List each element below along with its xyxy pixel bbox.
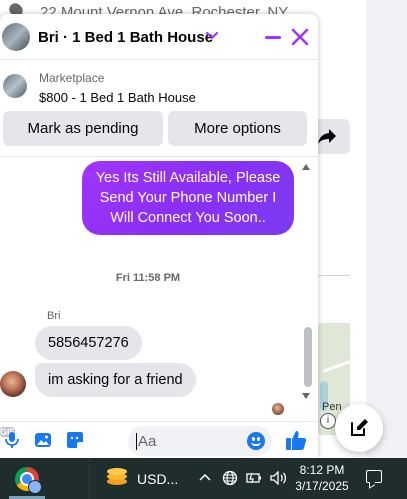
clock-date: 3/17/2025	[295, 479, 349, 493]
speaker-icon[interactable]	[270, 471, 288, 485]
photo-icon[interactable]	[34, 431, 52, 449]
windows-taskbar: USD... 8:12 PM 3/17/2025	[0, 458, 407, 499]
page-right-gutter	[366, 0, 407, 458]
listing-summary[interactable]: Marketplace $800 - 1 Bed 1 Bath House	[0, 60, 318, 118]
chat-header[interactable]: Bri · 1 Bed 1 Bath House	[0, 14, 318, 60]
listing-source: Marketplace	[39, 71, 105, 85]
message-composer: GIF	[0, 421, 318, 458]
sticker-icon[interactable]	[66, 431, 84, 449]
clock-time: 8:12 PM	[299, 463, 345, 477]
minimize-icon[interactable]	[263, 28, 283, 46]
thumbs-up-icon[interactable]	[285, 429, 307, 451]
listing-avatar[interactable]	[2, 23, 30, 51]
chrome-profile-badge-icon	[28, 480, 42, 494]
scroll-down-arrow[interactable]	[302, 393, 310, 399]
battery-plug-icon[interactable]	[246, 471, 264, 485]
sender-name: Bri	[47, 310, 61, 322]
new-message-button[interactable]	[335, 404, 383, 452]
incoming-message[interactable]: im asking for a friend	[35, 363, 196, 397]
message-line: Yes Its Still Available, Please	[95, 170, 281, 186]
microphone-icon[interactable]	[3, 431, 21, 449]
listing-title: $800 - 1 Bed 1 Bath House	[39, 90, 196, 105]
chat-title[interactable]: Bri · 1 Bed 1 Bath House	[38, 29, 213, 46]
incoming-message[interactable]: 5856457276	[35, 326, 142, 360]
sender-avatar[interactable]	[0, 371, 26, 397]
message-line: Will Connect You Soon..	[110, 210, 266, 226]
page-divider	[318, 275, 350, 276]
seen-receipt-avatar	[272, 403, 284, 415]
coins-icon[interactable]	[107, 468, 127, 488]
globe-icon[interactable]	[222, 470, 238, 486]
messenger-chat-window: Bri · 1 Bed 1 Bath House Marketplace $80…	[0, 14, 318, 458]
notification-center-icon[interactable]	[366, 470, 382, 483]
more-options-button[interactable]: More options	[168, 111, 307, 146]
taskbar-app-label[interactable]: USD...	[137, 471, 178, 487]
map-info-icon[interactable]: i	[320, 413, 336, 429]
chevron-up-icon[interactable]	[199, 473, 211, 481]
scroll-up-arrow[interactable]	[302, 164, 310, 170]
taskbar-clock[interactable]: 8:12 PM 3/17/2025	[291, 462, 353, 494]
compose-icon	[351, 419, 368, 436]
map-place-label: Pen	[322, 401, 342, 413]
close-icon[interactable]	[290, 27, 310, 47]
listing-thumbnail	[3, 74, 27, 98]
outgoing-message[interactable]: Yes Its Still Available, Please Send You…	[82, 161, 294, 235]
message-line: Send Your Phone Number I	[99, 190, 277, 206]
scrollbar-thumb[interactable]	[304, 327, 312, 387]
emoji-icon[interactable]	[247, 432, 265, 450]
share-arrow-icon	[318, 129, 336, 144]
taskbar-separator	[89, 458, 90, 499]
chevron-down-icon[interactable]	[206, 32, 218, 40]
message-timestamp: Fri 11:58 PM	[115, 272, 181, 284]
mark-as-pending-button[interactable]: Mark as pending	[3, 111, 163, 146]
text-caret	[136, 433, 137, 450]
